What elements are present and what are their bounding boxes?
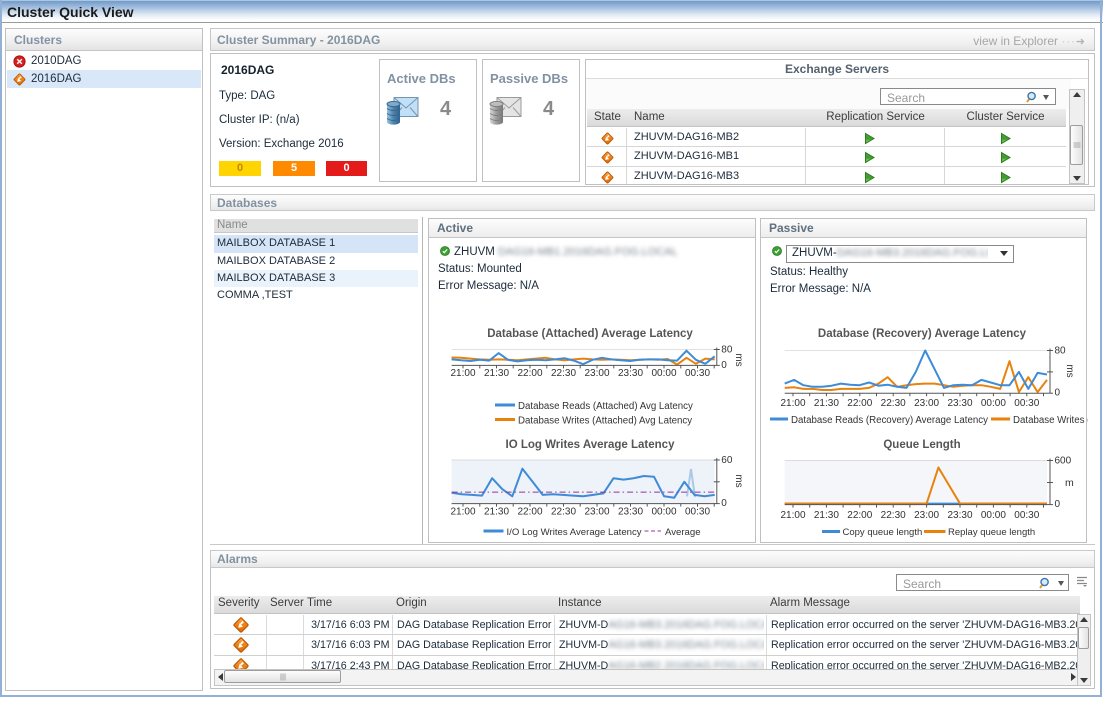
svg-text:Database Writes (Re: Database Writes (Re xyxy=(1013,415,1088,426)
svg-text:Database Reads (Attached) Avg: Database Reads (Attached) Avg Latency xyxy=(518,401,693,412)
svg-text:22:30: 22:30 xyxy=(881,510,906,521)
svg-text:Average: Average xyxy=(665,527,701,538)
svg-text:0: 0 xyxy=(1055,388,1061,399)
svg-text:Replay queue length: Replay queue length xyxy=(948,527,1035,538)
svg-text:23:00: 23:00 xyxy=(584,507,609,518)
svg-text:23:00: 23:00 xyxy=(914,510,939,521)
svg-text:ms: ms xyxy=(1064,364,1075,377)
svg-text:23:00: 23:00 xyxy=(584,368,609,379)
svg-text:21:00: 21:00 xyxy=(450,507,475,518)
svg-text:0: 0 xyxy=(721,498,727,509)
svg-text:21:30: 21:30 xyxy=(814,510,839,521)
svg-text:22:00: 22:00 xyxy=(847,398,872,409)
svg-text:21:00: 21:00 xyxy=(780,398,805,409)
svg-text:0: 0 xyxy=(721,360,727,371)
svg-text:22:30: 22:30 xyxy=(551,507,576,518)
svg-text:Database (Attached) Average La: Database (Attached) Average Latency xyxy=(487,328,693,340)
svg-text:ms: ms xyxy=(733,474,744,487)
svg-text:Database Writes (Attached) Avg: Database Writes (Attached) Avg Latency xyxy=(518,416,692,427)
svg-text:00:30: 00:30 xyxy=(685,368,710,379)
svg-text:80: 80 xyxy=(721,345,733,356)
svg-text:600: 600 xyxy=(1055,456,1072,467)
svg-text:60: 60 xyxy=(721,455,733,466)
svg-text:22:30: 22:30 xyxy=(881,398,906,409)
svg-text:0: 0 xyxy=(1055,499,1061,510)
svg-text:Queue Length: Queue Length xyxy=(883,439,960,451)
svg-text:23:30: 23:30 xyxy=(618,368,643,379)
svg-text:Copy queue length: Copy queue length xyxy=(843,527,923,538)
svg-text:21:30: 21:30 xyxy=(484,368,509,379)
svg-text:00:00: 00:00 xyxy=(651,507,676,518)
svg-text:23:30: 23:30 xyxy=(947,398,972,409)
svg-text:00:30: 00:30 xyxy=(1014,510,1039,521)
svg-text:22:00: 22:00 xyxy=(517,507,542,518)
svg-text:I/O Log Writes Average Latency: I/O Log Writes Average Latency xyxy=(507,527,642,538)
svg-text:22:00: 22:00 xyxy=(517,368,542,379)
svg-text:21:00: 21:00 xyxy=(450,368,475,379)
svg-text:00:30: 00:30 xyxy=(1014,398,1039,409)
svg-text:00:00: 00:00 xyxy=(651,368,676,379)
svg-text:22:30: 22:30 xyxy=(551,368,576,379)
svg-text:ms: ms xyxy=(733,353,744,366)
svg-text:m: m xyxy=(1065,477,1074,489)
svg-text:80: 80 xyxy=(1055,346,1067,357)
svg-text:21:30: 21:30 xyxy=(814,398,839,409)
svg-text:23:30: 23:30 xyxy=(947,510,972,521)
svg-text:00:00: 00:00 xyxy=(981,510,1006,521)
svg-text:21:30: 21:30 xyxy=(484,507,509,518)
svg-text:Database (Recovery) Average La: Database (Recovery) Average Latency xyxy=(818,328,1027,340)
svg-text:21:00: 21:00 xyxy=(780,510,805,521)
svg-text:22:00: 22:00 xyxy=(847,510,872,521)
svg-text:00:00: 00:00 xyxy=(981,398,1006,409)
svg-text:00:30: 00:30 xyxy=(685,507,710,518)
svg-text:23:00: 23:00 xyxy=(914,398,939,409)
svg-text:Database Reads (Recovery) Aver: Database Reads (Recovery) Average Latenc… xyxy=(791,415,988,426)
svg-text:23:30: 23:30 xyxy=(618,507,643,518)
svg-text:IO Log Writes Average Latency: IO Log Writes Average Latency xyxy=(506,439,676,451)
